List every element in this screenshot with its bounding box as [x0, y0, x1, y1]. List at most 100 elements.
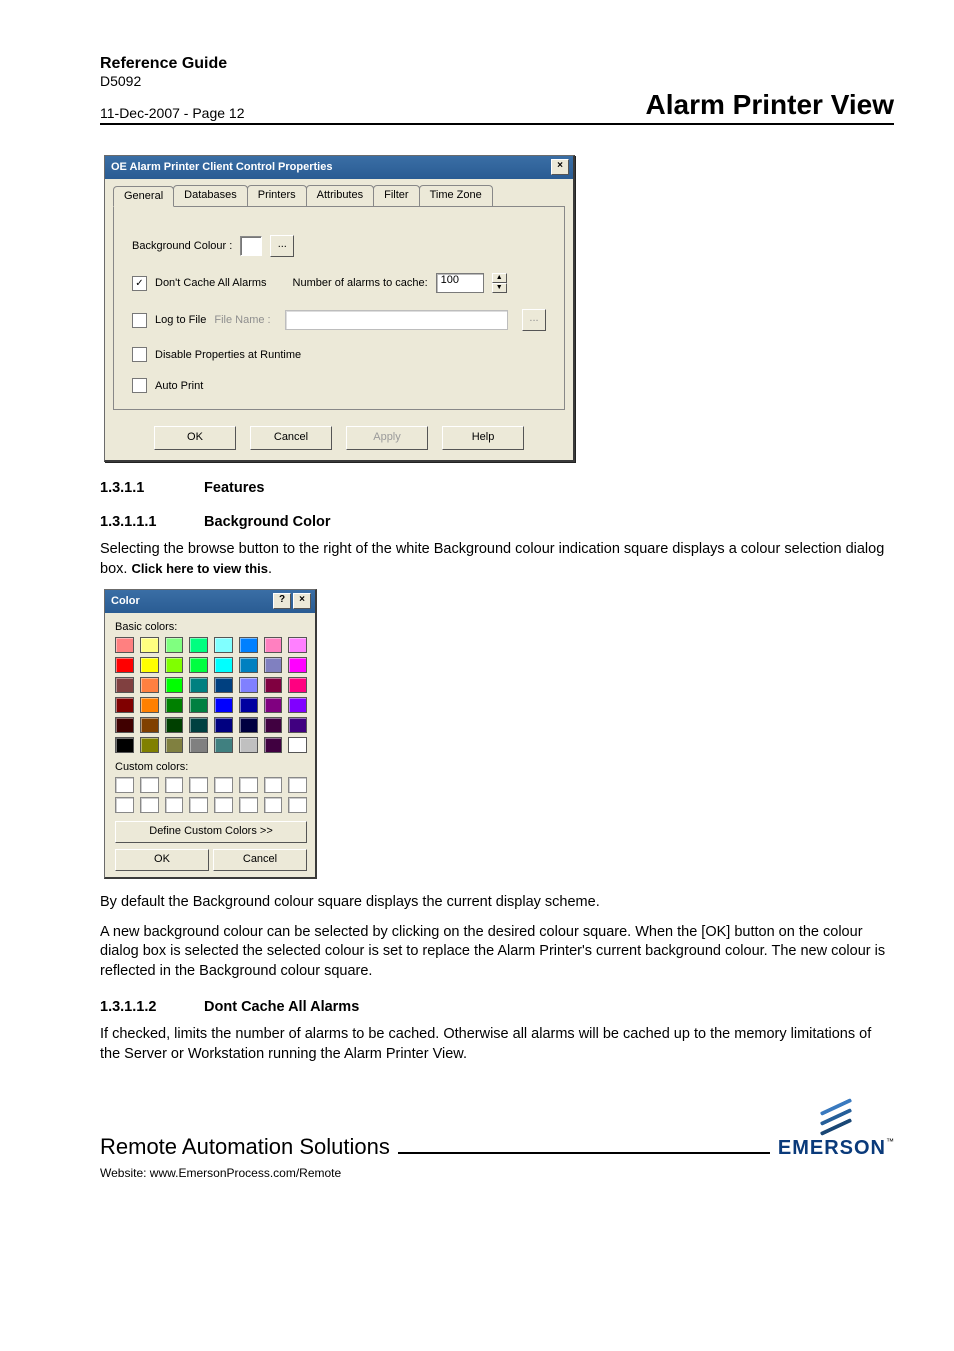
color-swatch[interactable]	[239, 697, 258, 713]
custom-color-swatch[interactable]	[214, 777, 233, 793]
color-swatch[interactable]	[140, 637, 159, 653]
color-swatch[interactable]	[165, 697, 184, 713]
dialog-titlebar[interactable]: OE Alarm Printer Client Control Properti…	[105, 156, 573, 179]
tab-printers[interactable]: Printers	[247, 185, 307, 206]
color-swatch[interactable]	[214, 737, 233, 753]
custom-colors-label: Custom colors:	[115, 761, 307, 773]
file-name-input[interactable]	[285, 310, 508, 330]
color-swatch[interactable]	[288, 737, 307, 753]
custom-color-swatch[interactable]	[165, 777, 184, 793]
color-swatch[interactable]	[115, 657, 134, 673]
color-swatch[interactable]	[288, 717, 307, 733]
view-title: Alarm Printer View	[646, 89, 894, 121]
color-swatch[interactable]	[115, 717, 134, 733]
color-cancel-button[interactable]: Cancel	[213, 849, 307, 871]
custom-color-swatch[interactable]	[189, 777, 208, 793]
custom-color-swatch[interactable]	[264, 797, 283, 813]
define-custom-colors-button[interactable]: Define Custom Colors >>	[115, 821, 307, 843]
color-swatch[interactable]	[165, 657, 184, 673]
color-swatch[interactable]	[189, 637, 208, 653]
auto-print-checkbox[interactable]	[132, 378, 147, 393]
apply-button[interactable]: Apply	[346, 426, 428, 450]
custom-color-swatch[interactable]	[214, 797, 233, 813]
spin-down-icon[interactable]: ▼	[492, 283, 507, 293]
color-swatch[interactable]	[115, 637, 134, 653]
num-alarms-spinner[interactable]: ▲▼	[492, 273, 507, 293]
custom-color-swatch[interactable]	[115, 777, 134, 793]
color-swatch[interactable]	[214, 697, 233, 713]
color-swatch[interactable]	[115, 697, 134, 713]
color-swatch[interactable]	[189, 717, 208, 733]
dont-cache-checkbox[interactable]: ✓	[132, 276, 147, 291]
color-swatch[interactable]	[189, 677, 208, 693]
custom-color-swatch[interactable]	[189, 797, 208, 813]
color-swatch[interactable]	[140, 657, 159, 673]
help-icon[interactable]: ?	[273, 593, 291, 609]
header-rule	[100, 123, 894, 125]
color-swatch[interactable]	[264, 657, 283, 673]
color-swatch[interactable]	[189, 657, 208, 673]
num-alarms-input[interactable]: 100	[436, 273, 484, 293]
custom-color-swatch[interactable]	[140, 777, 159, 793]
color-swatch[interactable]	[140, 737, 159, 753]
custom-color-swatch[interactable]	[288, 777, 307, 793]
tab-general[interactable]: General	[113, 186, 174, 207]
color-swatch[interactable]	[264, 717, 283, 733]
bg-colour-browse-button[interactable]: ...	[270, 235, 294, 257]
tab-timezone[interactable]: Time Zone	[419, 185, 493, 206]
color-swatch[interactable]	[189, 737, 208, 753]
color-swatch[interactable]	[264, 737, 283, 753]
color-swatch[interactable]	[165, 637, 184, 653]
custom-color-swatch[interactable]	[239, 797, 258, 813]
color-swatch[interactable]	[165, 737, 184, 753]
color-swatch[interactable]	[288, 677, 307, 693]
color-swatch[interactable]	[214, 637, 233, 653]
color-swatch[interactable]	[165, 717, 184, 733]
color-swatch[interactable]	[214, 677, 233, 693]
color-swatch[interactable]	[288, 637, 307, 653]
custom-color-swatch[interactable]	[140, 797, 159, 813]
custom-color-swatch[interactable]	[288, 797, 307, 813]
custom-color-swatch[interactable]	[264, 777, 283, 793]
color-swatch[interactable]	[264, 677, 283, 693]
color-swatch[interactable]	[239, 717, 258, 733]
color-swatch[interactable]	[115, 677, 134, 693]
color-swatch[interactable]	[165, 677, 184, 693]
tab-attributes[interactable]: Attributes	[306, 185, 374, 206]
color-swatch[interactable]	[264, 697, 283, 713]
custom-color-swatch[interactable]	[239, 777, 258, 793]
close-icon[interactable]: ×	[293, 593, 311, 609]
color-swatch[interactable]	[239, 637, 258, 653]
close-icon[interactable]: ×	[551, 159, 569, 175]
tab-databases[interactable]: Databases	[173, 185, 248, 206]
log-to-file-checkbox[interactable]	[132, 313, 147, 328]
color-swatch[interactable]	[264, 637, 283, 653]
cancel-button[interactable]: Cancel	[250, 426, 332, 450]
color-swatch[interactable]	[115, 737, 134, 753]
color-swatch[interactable]	[214, 717, 233, 733]
color-swatch[interactable]	[140, 697, 159, 713]
page-footer: Remote Automation Solutions EMERSON™	[100, 1105, 894, 1160]
file-browse-button[interactable]: ...	[522, 309, 546, 331]
color-swatch[interactable]	[288, 697, 307, 713]
custom-color-swatch[interactable]	[115, 797, 134, 813]
custom-color-swatch[interactable]	[165, 797, 184, 813]
color-dialog-titlebar[interactable]: Color ? ×	[105, 590, 315, 613]
ok-button[interactable]: OK	[154, 426, 236, 450]
color-swatch[interactable]	[189, 697, 208, 713]
color-dialog-title: Color	[111, 595, 140, 607]
spin-up-icon[interactable]: ▲	[492, 273, 507, 283]
color-swatch[interactable]	[239, 737, 258, 753]
color-swatch[interactable]	[239, 677, 258, 693]
click-here-link[interactable]: Click here to view this	[131, 561, 268, 576]
color-swatch[interactable]	[239, 657, 258, 673]
tab-filter[interactable]: Filter	[373, 185, 419, 206]
help-button[interactable]: Help	[442, 426, 524, 450]
color-ok-button[interactable]: OK	[115, 849, 209, 871]
color-swatch[interactable]	[288, 657, 307, 673]
disable-props-checkbox[interactable]	[132, 347, 147, 362]
color-swatch[interactable]	[214, 657, 233, 673]
color-swatch[interactable]	[140, 717, 159, 733]
file-name-label: File Name :	[214, 314, 270, 326]
color-swatch[interactable]	[140, 677, 159, 693]
